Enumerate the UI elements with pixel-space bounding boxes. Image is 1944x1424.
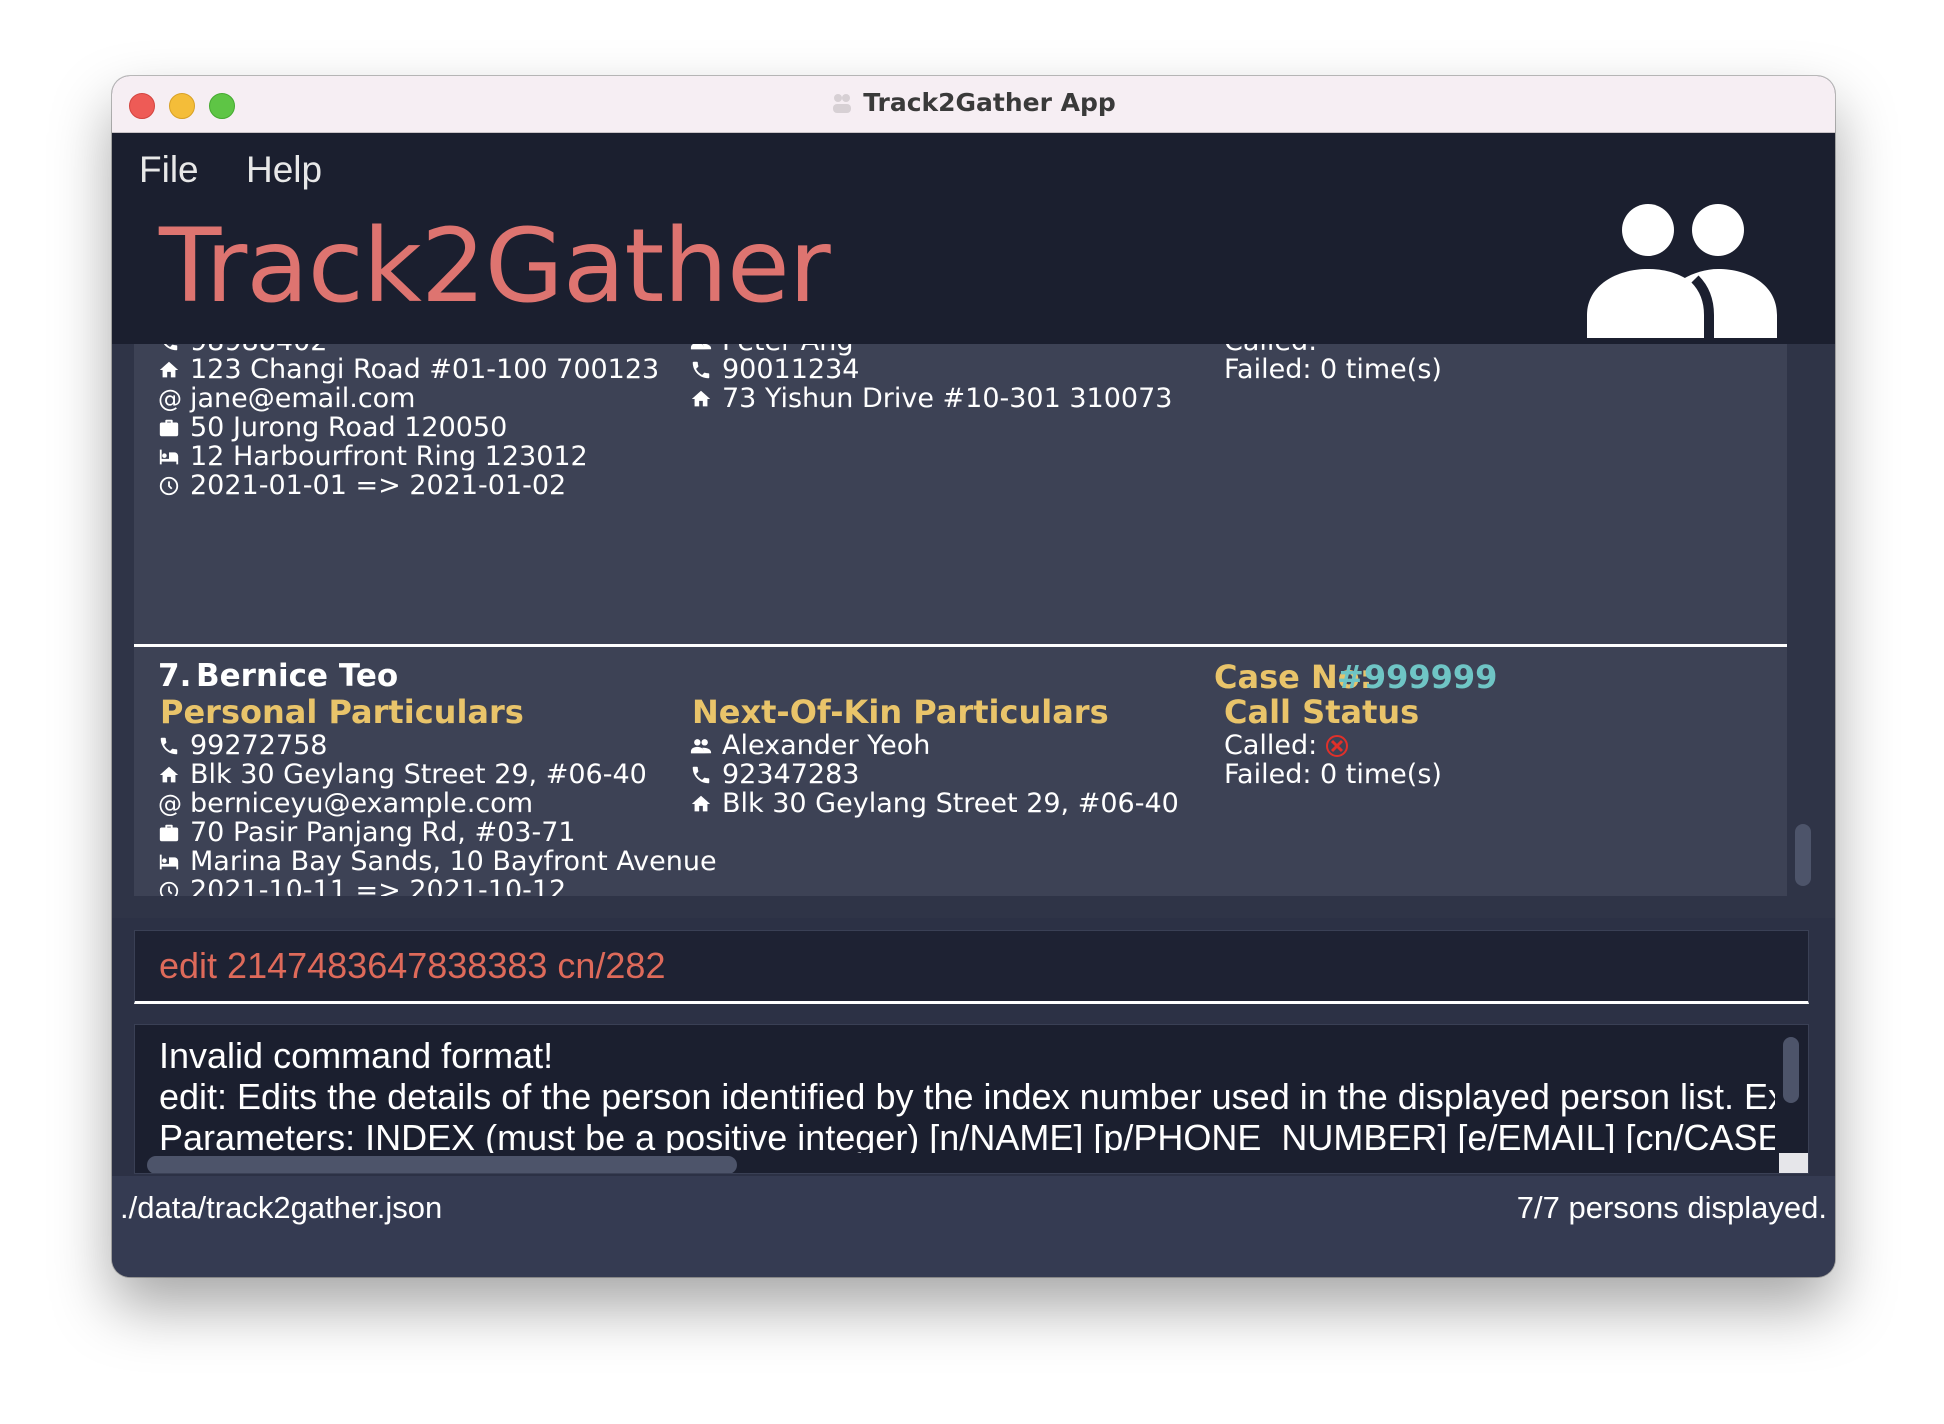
card-email: berniceyu@example.com — [190, 788, 533, 819]
command-input-text[interactable]: edit 2147483647838383 cn/282 — [159, 945, 665, 987]
result-display[interactable]: Invalid command format! edit: Edits the … — [134, 1024, 1809, 1174]
card-shn-row: 12 Harbourfront Ring 123012 — [158, 441, 588, 472]
result-horizontal-scrollbar[interactable] — [147, 1156, 737, 1173]
card-email-row: @ jane@email.com — [158, 383, 415, 414]
window-title: Track2Gather App — [112, 88, 1835, 117]
menu-help[interactable]: Help — [246, 149, 322, 191]
people-small-icon — [690, 344, 712, 349]
menu-file[interactable]: File — [139, 149, 199, 191]
app-header: Track2Gather — [112, 203, 1835, 344]
personal-particulars-heading: Personal Particulars — [160, 693, 524, 731]
card-nok-phone: 90011234 — [722, 354, 860, 385]
home-icon — [159, 361, 179, 377]
card-shn-address: Marina Bay Sands, 10 Bayfront Avenue — [190, 846, 717, 877]
command-input[interactable]: edit 2147483647838383 cn/282 — [134, 930, 1809, 1004]
card-nok-phone-row: 92347283 — [690, 759, 859, 790]
status-bar: ./data/track2gather.json 7/7 persons dis… — [112, 1176, 1835, 1277]
result-line-3: Parameters: INDEX (must be a positive in… — [159, 1117, 1775, 1153]
person-list-panel[interactable]: 98988402 123 Changi Road #01-100 700123 … — [112, 344, 1835, 918]
card-address: 123 Changi Road #01-100 700123 — [190, 354, 660, 385]
card-nok-address-row: 73 Yishun Drive #10-301 310073 — [690, 383, 1172, 414]
home-icon — [691, 390, 711, 406]
card-period-row: 2021-01-01 => 2021-01-02 — [158, 470, 566, 501]
card-nok-address: Blk 30 Geylang Street 29, #06-40 — [722, 788, 1179, 819]
card-address: Blk 30 Geylang Street 29, #06-40 — [190, 759, 647, 790]
menu-bar: File Help — [112, 133, 1835, 203]
person-card[interactable]: 98988402 123 Changi Road #01-100 700123 … — [134, 344, 1787, 647]
card-name: Bernice Teo — [196, 658, 399, 694]
result-line-2: edit: Edits the details of the person id… — [159, 1076, 1775, 1117]
card-address-row: 123 Changi Road #01-100 700123 — [158, 354, 659, 385]
call-status-heading: Call Status — [1224, 693, 1420, 731]
nok-particulars-heading: Next-Of-Kin Particulars — [692, 693, 1109, 731]
result-text-area: Invalid command format! edit: Edits the … — [135, 1025, 1775, 1153]
person-card[interactable]: 7. Bernice Teo Case No: #999999 Personal… — [134, 647, 1787, 896]
card-nok-name-row: Alexander Yeoh — [690, 730, 930, 761]
card-period: 2021-10-11 => 2021-10-12 — [190, 875, 567, 896]
phone-icon — [692, 766, 710, 783]
bed-icon — [159, 854, 179, 869]
title-bar: Track2Gather App — [112, 76, 1835, 133]
card-failed-count: Failed: 0 time(s) — [1224, 759, 1442, 790]
card-nok-name: Alexander Yeoh — [722, 730, 931, 761]
scroll-corner — [1779, 1153, 1808, 1173]
save-location: ./data/track2gather.json — [120, 1190, 443, 1225]
card-phone: 99272758 — [190, 730, 328, 761]
card-called-row: Called: — [1224, 730, 1349, 761]
bed-icon — [159, 449, 179, 464]
card-address-row: Blk 30 Geylang Street 29, #06-40 — [158, 759, 647, 790]
card-nok-phone: 92347283 — [722, 759, 860, 790]
window-title-text: Track2Gather App — [863, 88, 1116, 117]
called-no-icon — [1326, 734, 1349, 757]
people-small-icon — [690, 738, 712, 753]
card-called-label: Called: — [1224, 730, 1318, 761]
card-shn-address: 12 Harbourfront Ring 123012 — [190, 441, 588, 472]
clock-icon — [159, 476, 179, 495]
card-period-row: 2021-10-11 => 2021-10-12 — [158, 875, 566, 896]
card-phone-row: 99272758 — [158, 730, 327, 761]
home-icon — [691, 795, 711, 811]
briefcase-icon — [159, 824, 179, 841]
app-title: Track2Gather — [159, 207, 831, 326]
email-icon: @ — [158, 384, 182, 413]
card-email-row: @ berniceyu@example.com — [158, 788, 533, 819]
card-failed-count: Failed: 0 time(s) — [1224, 354, 1442, 385]
card-nok-address: 73 Yishun Drive #10-301 310073 — [722, 383, 1173, 414]
card-work-row: 50 Jurong Road 120050 — [158, 412, 507, 443]
card-index: 7. — [158, 658, 192, 694]
card-period: 2021-01-01 => 2021-01-02 — [190, 470, 567, 501]
home-icon — [159, 766, 179, 782]
phone-icon — [692, 361, 710, 378]
result-panel: Invalid command format! edit: Edits the … — [112, 1004, 1835, 1176]
person-list-scrollbar[interactable] — [1795, 824, 1811, 886]
card-work: 50 Jurong Road 120050 — [190, 412, 508, 443]
persons-displayed-count: 7/7 persons displayed. — [1516, 1190, 1827, 1225]
app-window: Track2Gather App File Help Track2Gather … — [112, 76, 1835, 1277]
clock-icon — [159, 881, 179, 896]
card-work: 70 Pasir Panjang Rd, #03-71 — [190, 817, 576, 848]
command-panel: edit 2147483647838383 cn/282 — [112, 918, 1835, 1004]
app-icon — [831, 91, 853, 113]
result-vertical-scrollbar[interactable] — [1783, 1037, 1799, 1103]
phone-icon — [164, 344, 178, 350]
card-nok-address-row: Blk 30 Geylang Street 29, #06-40 — [690, 788, 1179, 819]
card-email: jane@email.com — [190, 383, 416, 414]
phone-icon — [160, 737, 178, 754]
card-nok-phone-row: 90011234 — [690, 354, 859, 385]
people-icon — [1587, 203, 1777, 342]
result-line-1: Invalid command format! — [159, 1035, 554, 1076]
email-icon: @ — [158, 789, 182, 818]
card-work-row: 70 Pasir Panjang Rd, #03-71 — [158, 817, 576, 848]
person-list[interactable]: 98988402 123 Changi Road #01-100 700123 … — [134, 344, 1787, 896]
briefcase-icon — [159, 419, 179, 436]
case-no-value: #999999 — [1337, 658, 1498, 696]
card-shn-row: Marina Bay Sands, 10 Bayfront Avenue — [158, 846, 717, 877]
